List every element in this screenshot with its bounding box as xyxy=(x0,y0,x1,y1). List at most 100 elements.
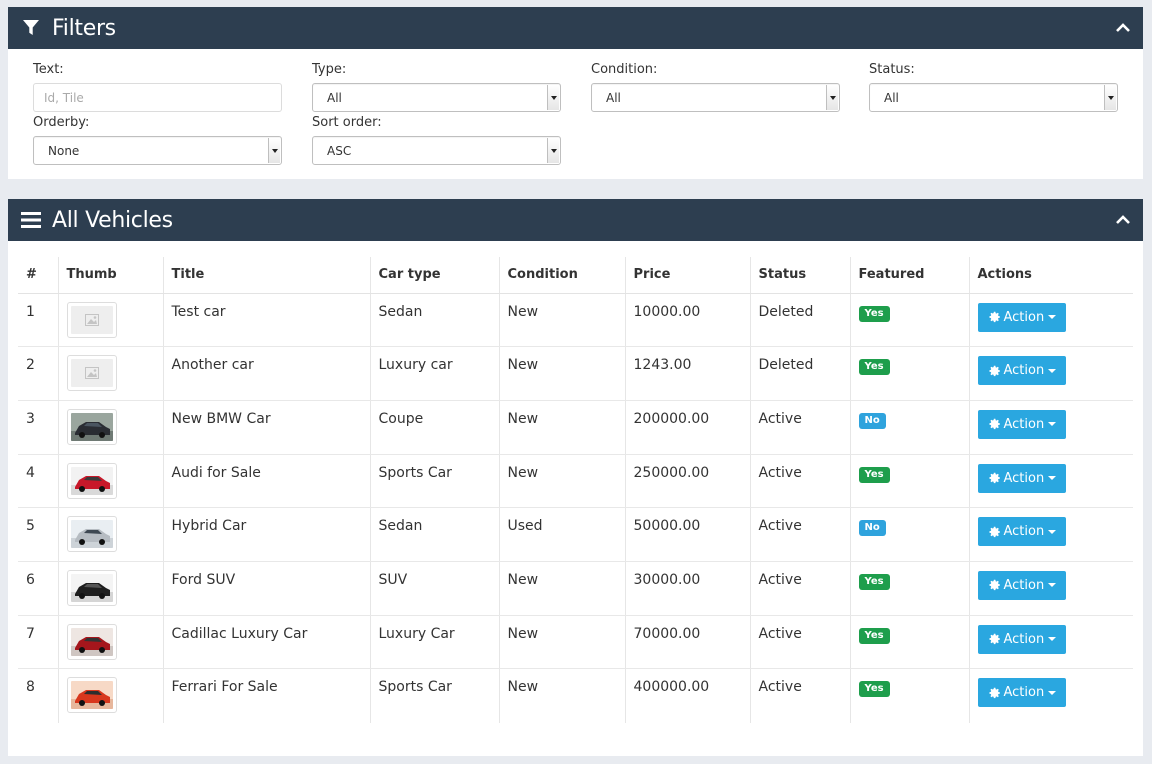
thumbnail[interactable] xyxy=(66,462,117,499)
action-label: Action xyxy=(1003,416,1045,432)
filters-title: Filters xyxy=(52,15,116,41)
thumbnail[interactable] xyxy=(66,516,117,553)
text-search-input[interactable]: Id, Tile xyxy=(33,83,282,112)
column-header: Featured xyxy=(849,257,969,294)
caret-down-icon xyxy=(1048,583,1057,588)
chevron-down-icon xyxy=(1104,85,1116,110)
vehicle-title: Cadillac Luxury Car xyxy=(162,615,370,670)
action-label: Action xyxy=(1003,524,1045,540)
column-header: # xyxy=(18,257,58,294)
action-dropdown-button[interactable]: Action xyxy=(977,624,1066,654)
vehicle-type: SUV xyxy=(369,561,499,616)
vehicles-title: All Vehicles xyxy=(52,207,173,233)
status-select-value: All xyxy=(884,90,899,105)
orderby-select[interactable]: None xyxy=(33,136,282,165)
table-row: 1 Test car Sedan New 10000.00 Deleted Ye… xyxy=(18,293,1133,348)
chevron-down-icon xyxy=(268,138,280,163)
caret-down-icon xyxy=(1048,529,1057,534)
row-number: 7 xyxy=(18,615,58,670)
action-label: Action xyxy=(1003,309,1045,325)
action-dropdown-button[interactable]: Action xyxy=(977,517,1066,547)
featured-badge: Yes xyxy=(858,681,890,698)
table-row: 4 Audi for Sale Sports Car New 250000.00… xyxy=(18,454,1133,509)
condition-select[interactable]: All xyxy=(591,83,840,112)
vehicle-type: Coupe xyxy=(369,400,499,455)
actions-cell: Action xyxy=(968,454,1133,509)
row-number: 4 xyxy=(18,454,58,509)
action-dropdown-button[interactable]: Action xyxy=(977,678,1066,708)
table-row: 7 Cadillac Luxury Car Luxury Car New 700… xyxy=(18,615,1133,670)
vehicle-title: Audi for Sale xyxy=(162,454,370,509)
vehicle-type: Luxury Car xyxy=(369,615,499,670)
thumbnail[interactable] xyxy=(66,569,117,606)
featured-cell: Yes xyxy=(849,561,969,616)
thumbnail[interactable] xyxy=(66,408,117,445)
table-row: 2 Another car Luxury car New 1243.00 Del… xyxy=(18,346,1133,401)
condition-filter-group: Condition: All xyxy=(591,62,840,112)
collapse-vehicles-icon[interactable] xyxy=(1115,212,1131,228)
vehicle-type: Sedan xyxy=(369,293,499,348)
featured-badge: No xyxy=(858,520,886,537)
vehicle-price: 70000.00 xyxy=(624,615,750,670)
featured-badge: Yes xyxy=(858,573,890,590)
vehicle-price: 30000.00 xyxy=(624,561,750,616)
column-header: Thumb xyxy=(57,257,163,294)
featured-cell: Yes xyxy=(849,668,969,723)
chevron-down-icon xyxy=(547,85,559,110)
vehicle-title: Ford SUV xyxy=(162,561,370,616)
action-dropdown-button[interactable]: Action xyxy=(977,463,1066,493)
table-row: 6 Ford SUV SUV New 30000.00 Active Yes A… xyxy=(18,561,1133,616)
caret-down-icon xyxy=(1048,315,1057,319)
car-image xyxy=(70,520,113,549)
filters-header: Filters xyxy=(8,7,1143,49)
column-header: Title xyxy=(162,257,370,294)
vehicle-title: Test car xyxy=(162,293,370,348)
column-header: Condition xyxy=(498,257,625,294)
vehicle-condition: New xyxy=(498,346,625,401)
gear-icon xyxy=(988,311,1000,323)
car-image xyxy=(70,627,113,656)
collapse-filters-icon[interactable] xyxy=(1115,20,1131,36)
sortorder-select[interactable]: ASC xyxy=(312,136,561,165)
thumbnail[interactable] xyxy=(66,677,117,714)
chevron-down-icon xyxy=(547,138,559,163)
vehicle-status: Active xyxy=(749,615,850,670)
column-header: Status xyxy=(749,257,850,294)
vehicle-price: 200000.00 xyxy=(624,400,750,455)
action-label: Action xyxy=(1003,470,1045,486)
row-number: 5 xyxy=(18,507,58,562)
vehicle-type: Sports Car xyxy=(369,454,499,509)
thumbnail[interactable] xyxy=(66,355,117,392)
featured-badge: Yes xyxy=(858,627,890,644)
condition-label: Condition: xyxy=(591,62,658,77)
vehicle-status: Active xyxy=(749,454,850,509)
featured-badge: Yes xyxy=(858,359,890,376)
sortorder-label: Sort order: xyxy=(312,115,382,130)
vehicle-price: 250000.00 xyxy=(624,454,750,509)
vehicle-title: New BMW Car xyxy=(162,400,370,455)
thumbnail[interactable] xyxy=(66,301,117,338)
action-dropdown-button[interactable]: Action xyxy=(977,302,1066,332)
row-number: 8 xyxy=(26,679,35,696)
caret-down-icon xyxy=(1048,476,1057,481)
thumbnail[interactable] xyxy=(66,623,117,660)
row-number: 3 xyxy=(18,400,58,455)
vehicles-table: # Thumb Title Car type Condition Price Status F… xyxy=(18,257,1133,723)
thumb-cell xyxy=(57,346,163,401)
action-dropdown-button[interactable]: Action xyxy=(977,570,1066,600)
featured-cell: Yes xyxy=(849,454,969,509)
table-row: 3 New BMW Car Coupe New 200000.00 Active… xyxy=(18,400,1133,455)
thumb-cell xyxy=(57,293,163,348)
action-label: Action xyxy=(1003,685,1045,701)
gear-icon xyxy=(988,365,1000,376)
status-select[interactable]: All xyxy=(869,83,1118,112)
actions-cell: Action xyxy=(968,615,1133,670)
thumb-cell xyxy=(57,454,163,509)
filter-icon xyxy=(20,17,42,39)
action-dropdown-button[interactable]: Action xyxy=(977,409,1066,439)
action-dropdown-button[interactable]: Action xyxy=(977,356,1066,386)
row-number: 6 xyxy=(18,561,58,616)
text-placeholder: Id, Tile xyxy=(44,90,84,105)
type-select[interactable]: All xyxy=(312,83,561,112)
row-number: 1 xyxy=(18,293,58,348)
